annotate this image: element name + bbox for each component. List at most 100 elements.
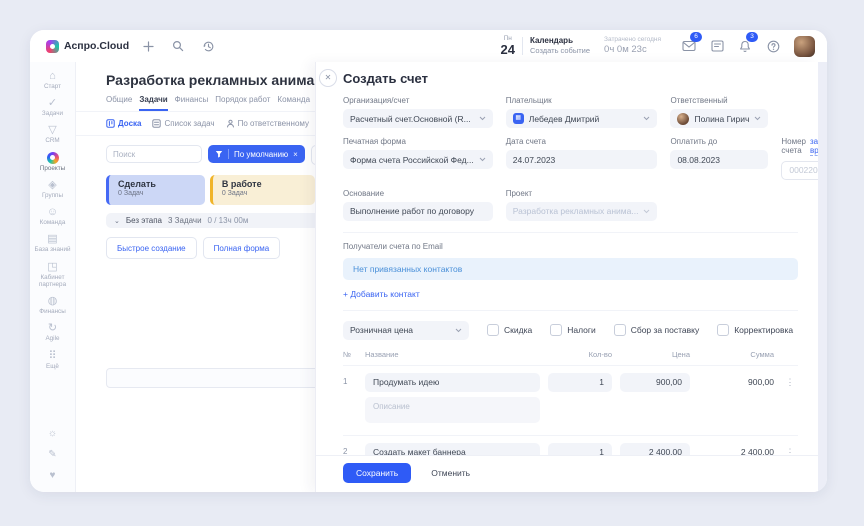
item-description[interactable] [365,397,540,428]
set-manually-link[interactable]: задать вручную [810,137,818,156]
sidebar: ⌂ Старт ✓ Задачи ▽ CRM Проекты ◈ Группы … [30,62,76,492]
history-icon[interactable] [197,35,219,57]
add-button[interactable] [137,35,159,57]
tab-general[interactable]: Общие [106,95,132,111]
basis-input[interactable]: Выполнение работ по договору [343,202,493,221]
close-icon[interactable]: ✕ [319,69,337,87]
pencil-icon[interactable]: ✎ [48,449,56,461]
filter-funnel-icon [215,150,223,158]
tab-finance[interactable]: Финансы [175,95,209,111]
tab-team[interactable]: Команда [277,95,310,111]
cancel-button[interactable]: Отменить [431,468,470,478]
checkbox-icon [550,324,562,336]
time-tracker[interactable]: Затрачено сегодня 0ч 0м 23с [604,36,661,55]
chevron-down-icon [643,116,650,121]
chevron-down-icon [754,116,761,121]
sidebar-item-projects[interactable]: Проекты [31,152,75,172]
sidebar-item-knowledge-base[interactable]: ▤ База знаний [31,233,75,253]
search-icon[interactable] [167,35,189,57]
checkbox-icon [614,324,626,336]
divider [228,149,229,159]
item-sum: 900,00 [698,377,774,387]
taxes-checkbox[interactable]: Налоги [550,324,596,336]
due-date-input[interactable]: 08.08.2023 [670,150,768,169]
full-form-button[interactable]: Полная форма [203,237,281,259]
day-number: 24 [501,43,515,56]
mail-icon[interactable]: 6 [677,36,701,56]
sidebar-item-start[interactable]: ⌂ Старт [31,70,75,90]
save-button[interactable]: Сохранить [343,463,411,483]
view-switcher: Доска Список задач По ответственному Ган… [76,111,315,136]
sidebar-item-team[interactable]: ☺ Команда [31,206,75,226]
calendar-date[interactable]: Пн 24 [501,36,515,57]
topbar: Аспро.Cloud Пн 24 Календарь Создать собы… [30,30,827,62]
topbar-right: Пн 24 Календарь Создать событие Затрачен… [501,36,816,57]
sidebar-item-groups[interactable]: ◈ Группы [31,179,75,199]
item-price-input[interactable]: 900,00 [620,373,690,392]
check-icon: ✓ [31,97,75,109]
brand-logo-icon [46,40,59,53]
field-invoice-number: Номер счета задать вручную [781,137,818,180]
tab-workflow[interactable]: Порядок работ [215,95,270,111]
heart-icon[interactable]: ♥ [50,470,56,482]
add-contact-link[interactable]: + Добавить контакт [343,289,798,299]
delivery-fee-checkbox[interactable]: Сбор за поставку [614,324,700,336]
chevron-down-icon [479,116,486,121]
search-input[interactable] [106,145,202,163]
chevron-down-icon [643,209,650,214]
view-by-assignee[interactable]: По ответственному [226,119,309,128]
print-form-select[interactable]: Форма счета Российской Фед... [343,150,493,169]
pricing-controls: Розничная цена Скидка Налоги Сбор за пос… [343,321,798,340]
email-recipients-label: Получатели счета по Email [343,242,798,251]
field-basis: Основание Выполнение работ по договору [343,189,493,221]
kanban-column-in-progress[interactable]: В работе 0 Задач [210,175,315,205]
view-board[interactable]: Доска [106,119,141,128]
filter-chip-default[interactable]: По умолчанию × [208,145,305,163]
kanban-column-todo[interactable]: Сделать 0 Задач [106,175,205,205]
bell-icon[interactable]: 3 [733,36,757,56]
sidebar-item-finance[interactable]: ◍ Финансы [31,295,75,315]
people-icon: ☺ [31,206,75,218]
home-icon: ⌂ [31,70,75,82]
projects-icon [47,152,59,164]
quick-task-input[interactable] [106,368,315,388]
sidebar-item-more[interactable]: ⠿ Ещё [31,350,75,370]
discount-checkbox[interactable]: Скидка [487,324,532,336]
notes-icon[interactable] [705,36,729,56]
organization-select[interactable]: Расчетный счет.Основной (R... [343,109,493,128]
groups-icon: ◈ [31,179,75,191]
sidebar-item-partner-cabinet[interactable]: ◳ Кабинет партнера [31,261,75,288]
item-name-input[interactable]: Продумать идею [365,373,540,392]
payer-select[interactable]: ▦ Лебедев Дмитрий [506,109,658,128]
bulb-icon[interactable]: ☼ [48,428,57,440]
help-icon[interactable] [761,36,785,56]
row-menu-icon[interactable]: ⋮ [782,377,798,388]
responsible-select[interactable]: Полина Гирич [670,109,768,128]
board-icon [106,119,115,128]
adjustment-checkbox[interactable]: Корректировка [717,324,793,336]
chevron-down-icon: ⌄ [114,217,120,225]
quick-create-button[interactable]: Быстрое создание [106,237,197,259]
user-avatar[interactable] [794,36,815,57]
tracked-label: Затрачено сегодня [604,36,661,44]
sidebar-item-agile[interactable]: ↻ Agile [31,322,75,342]
description-textarea[interactable] [365,397,540,423]
price-type-select[interactable]: Розничная цена [343,321,469,340]
view-task-list[interactable]: Список задач [152,119,214,128]
sidebar-item-crm[interactable]: ▽ CRM [31,124,75,144]
filter-remove-icon[interactable]: × [293,150,298,159]
calendar-widget[interactable]: Календарь Создать событие [530,36,590,55]
invoice-date-input[interactable]: 24.07.2023 [506,150,658,169]
brand-name: Аспро.Cloud [64,40,129,52]
calendar-create-event[interactable]: Создать событие [530,46,590,55]
project-select: Разработка рекламных анима... [506,202,658,221]
chevron-down-icon [455,328,462,333]
panel-backdrop-strip [818,62,827,492]
no-contacts-notice: Нет привязанных контактов [343,258,798,280]
tab-tasks[interactable]: Задачи [139,95,167,111]
sidebar-item-tasks[interactable]: ✓ Задачи [31,97,75,117]
item-qty-input[interactable]: 1 [548,373,612,392]
stage-collapse-bar[interactable]: ⌄ Без этапа 3 Задачи 0 / 13ч 00м [106,213,315,228]
brand-logo[interactable]: Аспро.Cloud [46,40,129,53]
invoice-number-input[interactable] [781,161,818,180]
